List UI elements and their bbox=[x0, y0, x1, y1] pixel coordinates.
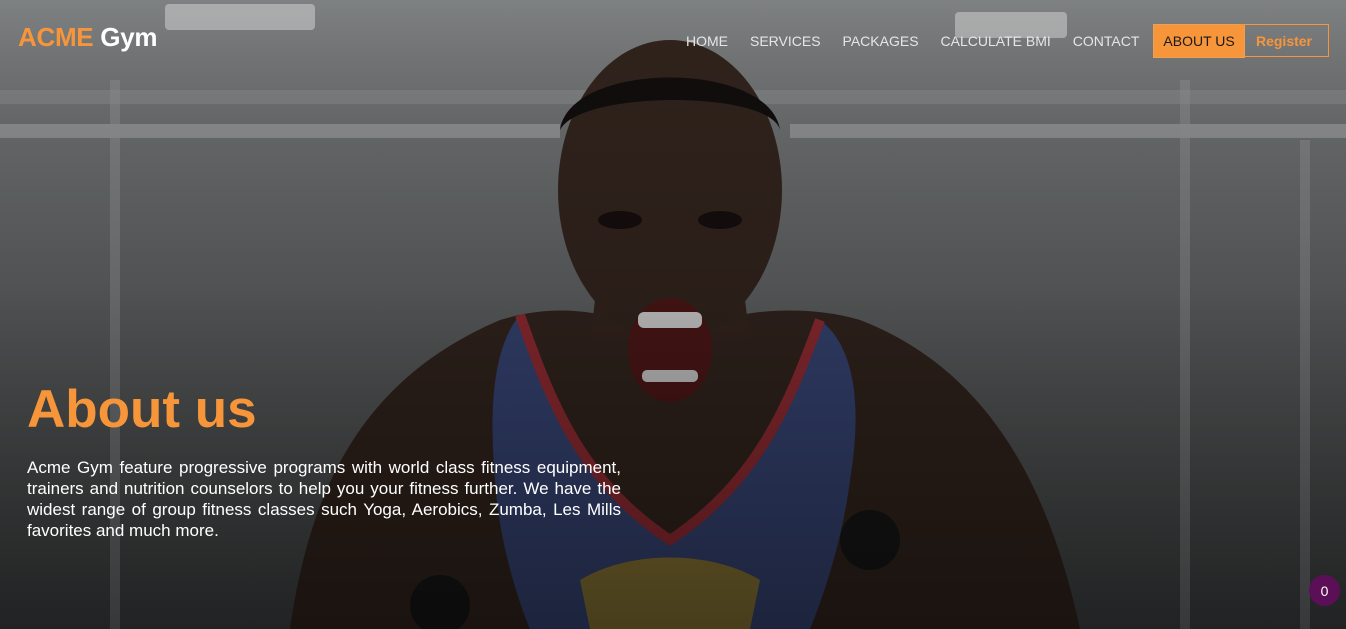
brand-acme: ACME bbox=[18, 22, 94, 52]
nav-item-contact[interactable]: CONTACT bbox=[1063, 24, 1150, 58]
brand-gym: Gym bbox=[100, 22, 158, 52]
nav-menu: HOME SERVICES PACKAGES CALCULATE BMI CON… bbox=[676, 24, 1247, 58]
notification-badge[interactable]: 0 bbox=[1309, 575, 1340, 606]
about-description: Acme Gym feature progressive programs wi… bbox=[27, 458, 621, 540]
nav-item-services[interactable]: SERVICES bbox=[740, 24, 831, 58]
hero-section: ACME Gym HOME SERVICES PACKAGES CALCULAT… bbox=[0, 0, 1346, 629]
page-title: About us bbox=[27, 380, 257, 439]
nav-item-about-us[interactable]: ABOUT US bbox=[1153, 24, 1245, 58]
about-content: About us Acme Gym feature progressive pr… bbox=[27, 378, 627, 541]
top-navbar: ACME Gym HOME SERVICES PACKAGES CALCULAT… bbox=[0, 0, 1346, 80]
nav-item-calculate-bmi[interactable]: CALCULATE BMI bbox=[931, 24, 1061, 58]
brand-logo[interactable]: ACME Gym bbox=[18, 22, 158, 53]
register-button[interactable]: Register bbox=[1239, 24, 1329, 57]
nav-item-home[interactable]: HOME bbox=[676, 24, 738, 58]
nav-item-packages[interactable]: PACKAGES bbox=[833, 24, 929, 58]
